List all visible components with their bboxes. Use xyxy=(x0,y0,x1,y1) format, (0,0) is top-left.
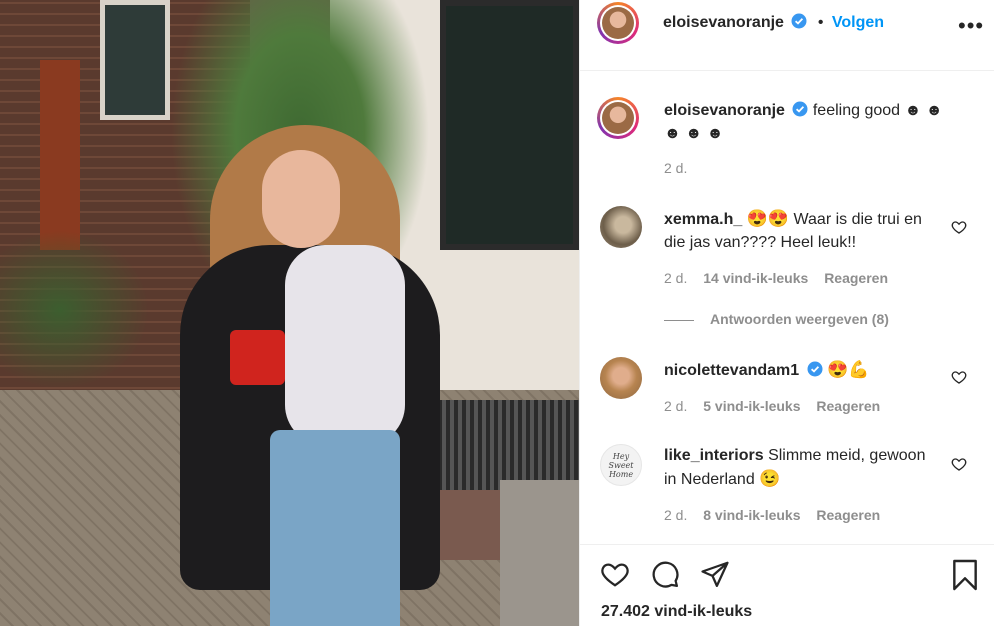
author-username[interactable]: eloisevanoranje xyxy=(663,14,784,31)
heart-outline-icon[interactable] xyxy=(951,219,967,235)
basement-grate xyxy=(430,400,579,490)
commenter-avatar[interactable] xyxy=(600,357,642,399)
caption-meta: 2 d. xyxy=(664,160,699,176)
verified-badge-icon xyxy=(791,13,807,29)
comment-likes[interactable]: 5 vind-ik-leuks xyxy=(703,398,800,414)
comment-username[interactable]: nicolettevandam1 xyxy=(664,362,799,379)
reply-button[interactable]: Reageren xyxy=(816,507,880,523)
bookmark-icon[interactable] xyxy=(951,559,979,591)
comment-item: xemma.h_ 😍😍 Waar is die trui en die jas … xyxy=(664,207,934,254)
comment-item: like_interiors Slimme meid, gewoon in Ne… xyxy=(664,444,934,491)
garden-plants xyxy=(0,230,150,390)
post-header: eloisevanoranje • Volgen ••• xyxy=(580,0,994,71)
comment-time[interactable]: 2 d. xyxy=(664,398,687,414)
comment-username[interactable]: like_interiors xyxy=(664,447,764,464)
more-options-icon[interactable]: ••• xyxy=(958,13,984,39)
comment-meta: 2 d. 8 vind-ik-leuks Reageren xyxy=(664,507,892,523)
follow-button[interactable]: Volgen xyxy=(832,14,884,31)
verified-badge-icon xyxy=(792,101,808,117)
heart-outline-icon[interactable] xyxy=(951,456,967,472)
caption-avatar[interactable] xyxy=(597,97,639,139)
comment-emoji: 😉 xyxy=(759,469,781,488)
comment-emoji: 😍💪 xyxy=(827,360,870,379)
comment-item: nicolettevandam1 😍💪 xyxy=(664,358,934,382)
heart-icon[interactable] xyxy=(600,559,630,589)
comment-username[interactable]: xemma.h_ xyxy=(664,211,742,228)
caption-time[interactable]: 2 d. xyxy=(664,160,687,176)
comment-time[interactable]: 2 d. xyxy=(664,507,687,523)
post-photo[interactable] xyxy=(0,0,579,626)
house-window-left xyxy=(100,0,170,120)
author-avatar[interactable] xyxy=(597,2,639,44)
person-hoodie xyxy=(285,245,405,445)
person-face xyxy=(262,150,340,248)
separator-dot: • xyxy=(817,14,824,31)
author-info: eloisevanoranje • Volgen xyxy=(663,13,884,32)
comment-likes[interactable]: 8 vind-ik-leuks xyxy=(703,507,800,523)
stone-steps xyxy=(500,480,579,626)
red-handbag xyxy=(230,330,285,385)
action-bar: 27.402 vind-ik-leuks xyxy=(580,544,994,627)
commenter-avatar[interactable] xyxy=(600,206,642,248)
person-jeans xyxy=(270,430,400,626)
comment-meta: 2 d. 14 vind-ik-leuks Reageren xyxy=(664,270,900,286)
reply-button[interactable]: Reageren xyxy=(824,270,888,286)
post-side-panel: eloisevanoranje • Volgen ••• eloisevanor… xyxy=(579,0,994,626)
comment-icon[interactable] xyxy=(650,559,680,589)
comment-likes[interactable]: 14 vind-ik-leuks xyxy=(703,270,808,286)
house-window xyxy=(440,0,579,250)
view-replies-button[interactable]: Antwoorden weergeven (8) xyxy=(664,311,889,327)
caption-username[interactable]: eloisevanoranje xyxy=(664,102,785,119)
view-replies-label: Antwoorden weergeven (8) xyxy=(710,311,889,327)
comment-meta: 2 d. 5 vind-ik-leuks Reageren xyxy=(664,398,892,414)
heart-outline-icon[interactable] xyxy=(951,369,967,385)
reply-button[interactable]: Reageren xyxy=(816,398,880,414)
caption: eloisevanoranje feeling good ☻ ☻ ☻ ☻ ☻ xyxy=(664,99,959,145)
house-door xyxy=(40,60,80,250)
comment-emoji: 😍😍 xyxy=(746,209,790,228)
verified-badge-icon xyxy=(807,361,823,377)
avatar-lettering: Hey Sweet Home xyxy=(608,452,634,479)
share-icon[interactable] xyxy=(700,559,730,589)
commenter-avatar[interactable]: Hey Sweet Home xyxy=(600,444,642,486)
comment-time[interactable]: 2 d. xyxy=(664,270,687,286)
replies-divider xyxy=(664,319,694,321)
like-count[interactable]: 27.402 vind-ik-leuks xyxy=(601,603,752,621)
